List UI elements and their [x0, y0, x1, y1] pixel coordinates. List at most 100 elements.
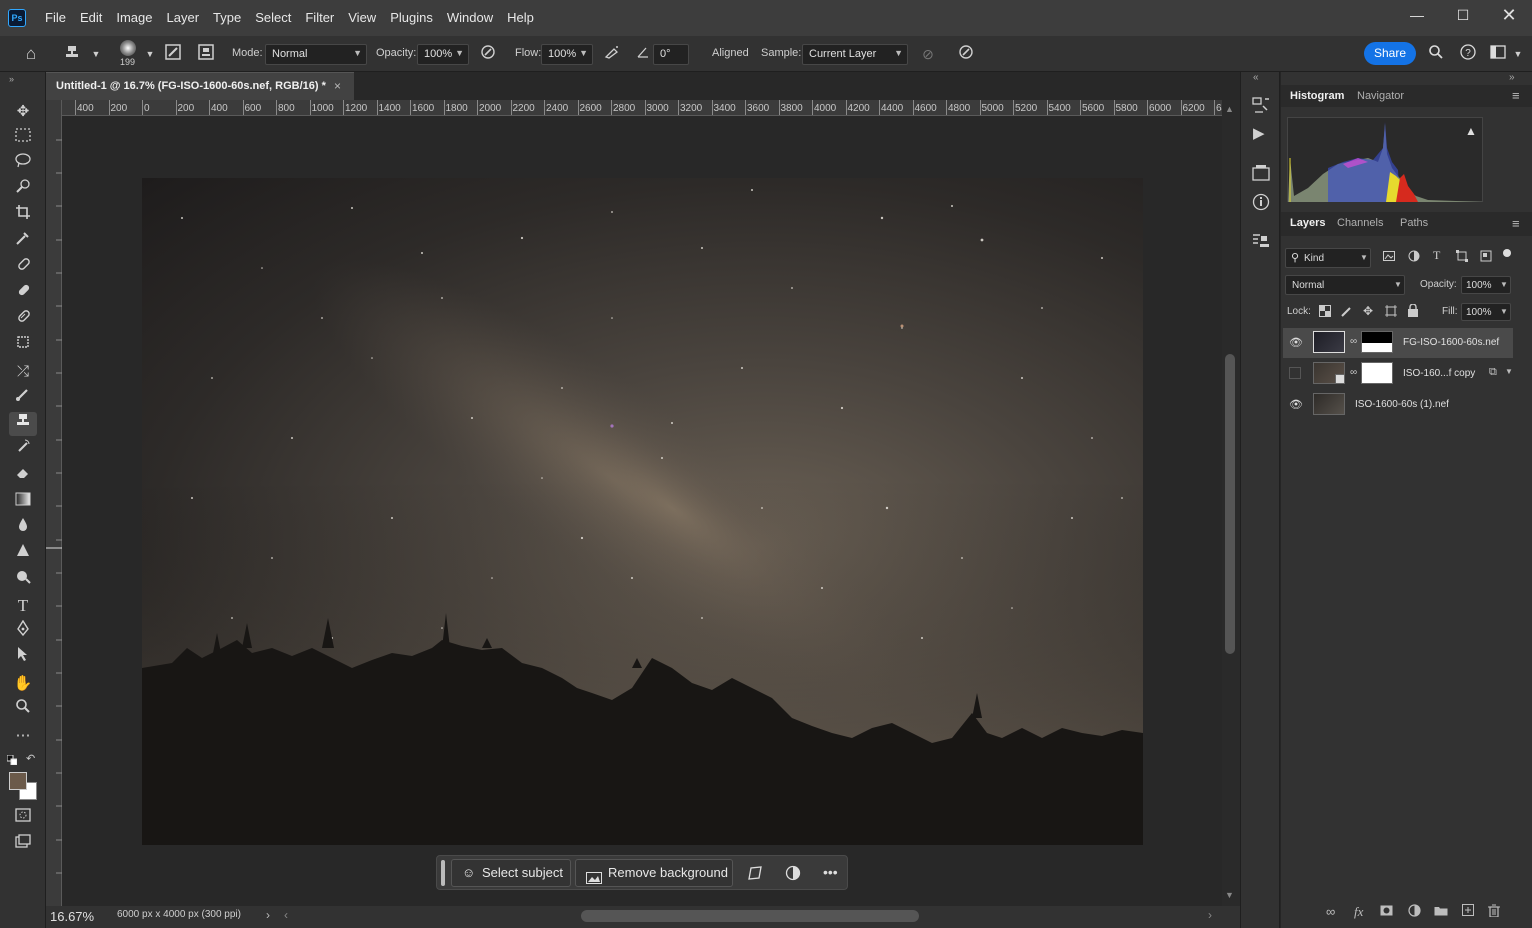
- remove-background-button[interactable]: Remove background: [575, 859, 733, 887]
- pen-tool-icon[interactable]: [9, 619, 37, 644]
- lock-artboard-icon[interactable]: [1385, 305, 1397, 320]
- pressure-opacity-icon[interactable]: [478, 44, 498, 64]
- lock-all-icon[interactable]: [1407, 303, 1419, 320]
- foreground-color-swatch[interactable]: [9, 772, 27, 790]
- filter-toggle[interactable]: [1503, 249, 1511, 257]
- gradient-tool-icon[interactable]: [9, 490, 37, 514]
- brush-tool-icon[interactable]: [9, 386, 37, 410]
- menu-file[interactable]: File: [38, 0, 73, 36]
- layer-mask-thumbnail[interactable]: [1361, 331, 1393, 353]
- vertical-ruler[interactable]: [46, 100, 62, 908]
- content-aware-move-tool-icon[interactable]: ⤮: [9, 360, 37, 384]
- adjustment-icon[interactable]: [785, 865, 801, 884]
- layer-mask-thumbnail[interactable]: [1361, 362, 1393, 384]
- lock-transparent-pixels-icon[interactable]: [1319, 305, 1331, 320]
- transform-icon[interactable]: [747, 865, 763, 884]
- zoom-level[interactable]: 16.67%: [50, 909, 94, 924]
- brush-tip-icon[interactable]: [120, 40, 136, 56]
- angle-field[interactable]: 0°: [653, 44, 689, 65]
- tab-layers[interactable]: Layers: [1290, 217, 1325, 229]
- layer-row[interactable]: ∞ ISO-160...f copy ⧉ ▼: [1283, 359, 1513, 389]
- warning-icon[interactable]: ▲: [1465, 124, 1477, 138]
- swap-colors-icon[interactable]: ↶: [26, 752, 35, 765]
- link-layers-icon[interactable]: ∞: [1326, 904, 1335, 919]
- menu-layer[interactable]: Layer: [160, 0, 207, 36]
- filter-adjustment-icon[interactable]: [1408, 250, 1420, 265]
- scroll-down-icon[interactable]: ▼: [1225, 890, 1234, 900]
- collapse-panel-dock-icon[interactable]: »: [1509, 72, 1515, 83]
- clone-stamp-preset-icon[interactable]: [62, 44, 82, 64]
- sample-select[interactable]: Current Layer ▼: [802, 44, 908, 65]
- hand-tool-icon[interactable]: ✋: [9, 672, 37, 696]
- filter-type-icon[interactable]: T: [1433, 248, 1440, 263]
- search-icon[interactable]: [1426, 44, 1446, 64]
- tab-channels[interactable]: Channels: [1337, 217, 1383, 229]
- blur-tool-icon[interactable]: [9, 516, 37, 540]
- path-selection-tool-icon[interactable]: [9, 646, 37, 670]
- opacity-field[interactable]: 100% ▼: [417, 44, 469, 65]
- menu-filter[interactable]: Filter: [298, 0, 341, 36]
- collapse-icon[interactable]: »: [9, 74, 14, 84]
- crop-tool-icon[interactable]: [9, 204, 37, 228]
- spot-healing-tool-icon[interactable]: [9, 256, 37, 280]
- menu-type[interactable]: Type: [206, 0, 248, 36]
- fx-icon[interactable]: fx: [1354, 904, 1363, 920]
- ignore-adjustment-layers-icon[interactable]: ⊘: [918, 44, 938, 64]
- fill-field[interactable]: 100% ▼: [1461, 303, 1511, 321]
- drag-handle[interactable]: [441, 860, 445, 886]
- eyedropper-tool-icon[interactable]: [9, 230, 37, 254]
- layer-opacity-field[interactable]: 100% ▼: [1461, 276, 1511, 294]
- move-tool-icon[interactable]: ✥: [9, 100, 37, 124]
- share-button[interactable]: Share: [1364, 42, 1416, 65]
- clone-source-panel-icon[interactable]: [1251, 232, 1271, 253]
- actions-panel-icon[interactable]: ▶: [1253, 124, 1265, 142]
- type-tool-icon[interactable]: T: [9, 594, 37, 618]
- default-colors-icon[interactable]: [6, 754, 18, 766]
- airbrush-icon[interactable]: [602, 44, 622, 64]
- clone-source-icon[interactable]: [196, 44, 216, 64]
- filter-smart-object-icon[interactable]: [1480, 250, 1492, 265]
- menu-edit[interactable]: Edit: [73, 0, 109, 36]
- dodge-tool-icon[interactable]: [9, 568, 37, 592]
- minimize-icon[interactable]: —: [1394, 0, 1440, 30]
- sharpen-tool-icon[interactable]: [9, 542, 37, 566]
- vertical-scrollbar[interactable]: ▲ ▼: [1222, 100, 1240, 906]
- new-adjustment-layer-icon[interactable]: [1408, 904, 1421, 920]
- visibility-eye-icon[interactable]: 👁: [1289, 398, 1303, 411]
- chevron-down-icon[interactable]: ▼: [86, 44, 106, 64]
- screen-mode-icon[interactable]: [9, 832, 37, 856]
- chevron-right-icon[interactable]: ›: [266, 908, 270, 922]
- document-canvas-image[interactable]: [142, 178, 1143, 845]
- lock-position-icon[interactable]: ✥: [1363, 304, 1373, 318]
- new-group-icon[interactable]: [1434, 904, 1448, 919]
- lock-image-pixels-icon[interactable]: [1341, 305, 1353, 320]
- maximize-icon[interactable]: ☐: [1440, 0, 1486, 30]
- layer-filter-select[interactable]: ⚲ Kind ▼: [1285, 248, 1371, 268]
- zoom-tool-icon[interactable]: [9, 698, 37, 722]
- lasso-tool-icon[interactable]: [9, 152, 37, 176]
- scroll-right-icon[interactable]: ›: [1208, 908, 1212, 922]
- mode-select[interactable]: Normal ▼: [265, 44, 367, 65]
- libraries-panel-icon[interactable]: [1251, 164, 1271, 185]
- vertical-scroll-thumb[interactable]: [1225, 354, 1235, 654]
- help-icon[interactable]: ?: [1458, 44, 1478, 64]
- tab-paths[interactable]: Paths: [1400, 217, 1428, 229]
- patch-tool-icon[interactable]: [9, 308, 37, 332]
- menu-view[interactable]: View: [341, 0, 383, 36]
- quick-mask-icon[interactable]: [9, 806, 37, 830]
- filter-pixel-icon[interactable]: [1383, 250, 1395, 265]
- history-panel-icon[interactable]: [1251, 96, 1271, 117]
- tab-histogram[interactable]: Histogram: [1290, 90, 1344, 102]
- info-panel-icon[interactable]: [1251, 192, 1271, 215]
- menu-select[interactable]: Select: [248, 0, 298, 36]
- layer-row[interactable]: 👁 ∞ FG-ISO-1600-60s.nef: [1283, 328, 1513, 358]
- select-subject-button[interactable]: ☺ Select subject: [451, 859, 571, 887]
- panel-menu-icon[interactable]: ≡: [1512, 88, 1520, 103]
- menu-image[interactable]: Image: [109, 0, 159, 36]
- menu-window[interactable]: Window: [440, 0, 500, 36]
- more-tools-icon[interactable]: ⋯: [9, 724, 37, 748]
- clone-stamp-tool-icon[interactable]: [9, 412, 37, 436]
- layer-effects-icon[interactable]: ⧉: [1489, 366, 1497, 379]
- new-layer-icon[interactable]: [1462, 904, 1474, 919]
- brush-settings-icon[interactable]: [163, 44, 183, 64]
